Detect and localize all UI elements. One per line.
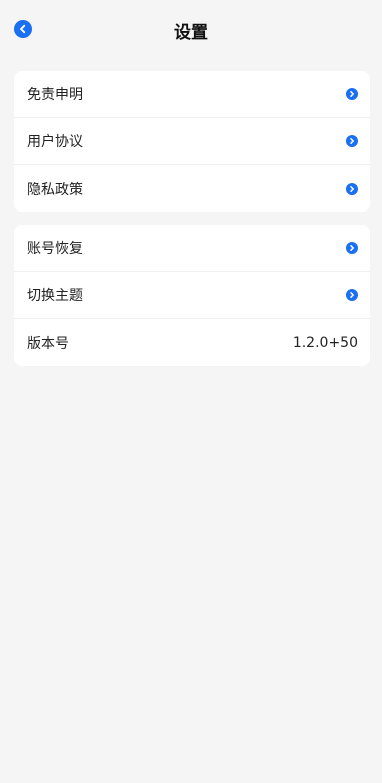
row-account-recovery[interactable]: 账号恢复 bbox=[14, 225, 370, 272]
row-privacy-policy[interactable]: 隐私政策 bbox=[14, 165, 370, 212]
row-disclaimer[interactable]: 免责申明 bbox=[14, 71, 370, 118]
settings-group-account: 账号恢复 切换主题 版本号 1.2.0+50 bbox=[14, 225, 370, 366]
row-version: 版本号 1.2.0+50 bbox=[14, 319, 370, 366]
row-label: 切换主题 bbox=[27, 288, 83, 304]
nav-bar: 设置 bbox=[0, 0, 382, 60]
row-user-agreement[interactable]: 用户协议 bbox=[14, 118, 370, 165]
row-label: 版本号 bbox=[27, 335, 69, 352]
row-label: 免责申明 bbox=[27, 87, 83, 103]
row-switch-theme[interactable]: 切换主题 bbox=[14, 272, 370, 319]
chevron-right-circle-icon bbox=[346, 182, 358, 195]
row-label: 隐私政策 bbox=[27, 181, 83, 198]
row-label: 用户协议 bbox=[27, 134, 83, 150]
chevron-right-circle-icon bbox=[346, 289, 358, 301]
page-title: 设置 bbox=[174, 23, 208, 43]
chevron-right-circle-icon bbox=[346, 242, 358, 254]
row-label: 账号恢复 bbox=[27, 241, 83, 257]
chevron-right-circle-icon bbox=[346, 88, 358, 100]
settings-group-legal: 免责申明 用户协议 隐私政策 bbox=[14, 71, 370, 212]
chevron-right-circle-icon bbox=[346, 135, 358, 147]
version-value: 1.2.0+50 bbox=[292, 334, 358, 351]
